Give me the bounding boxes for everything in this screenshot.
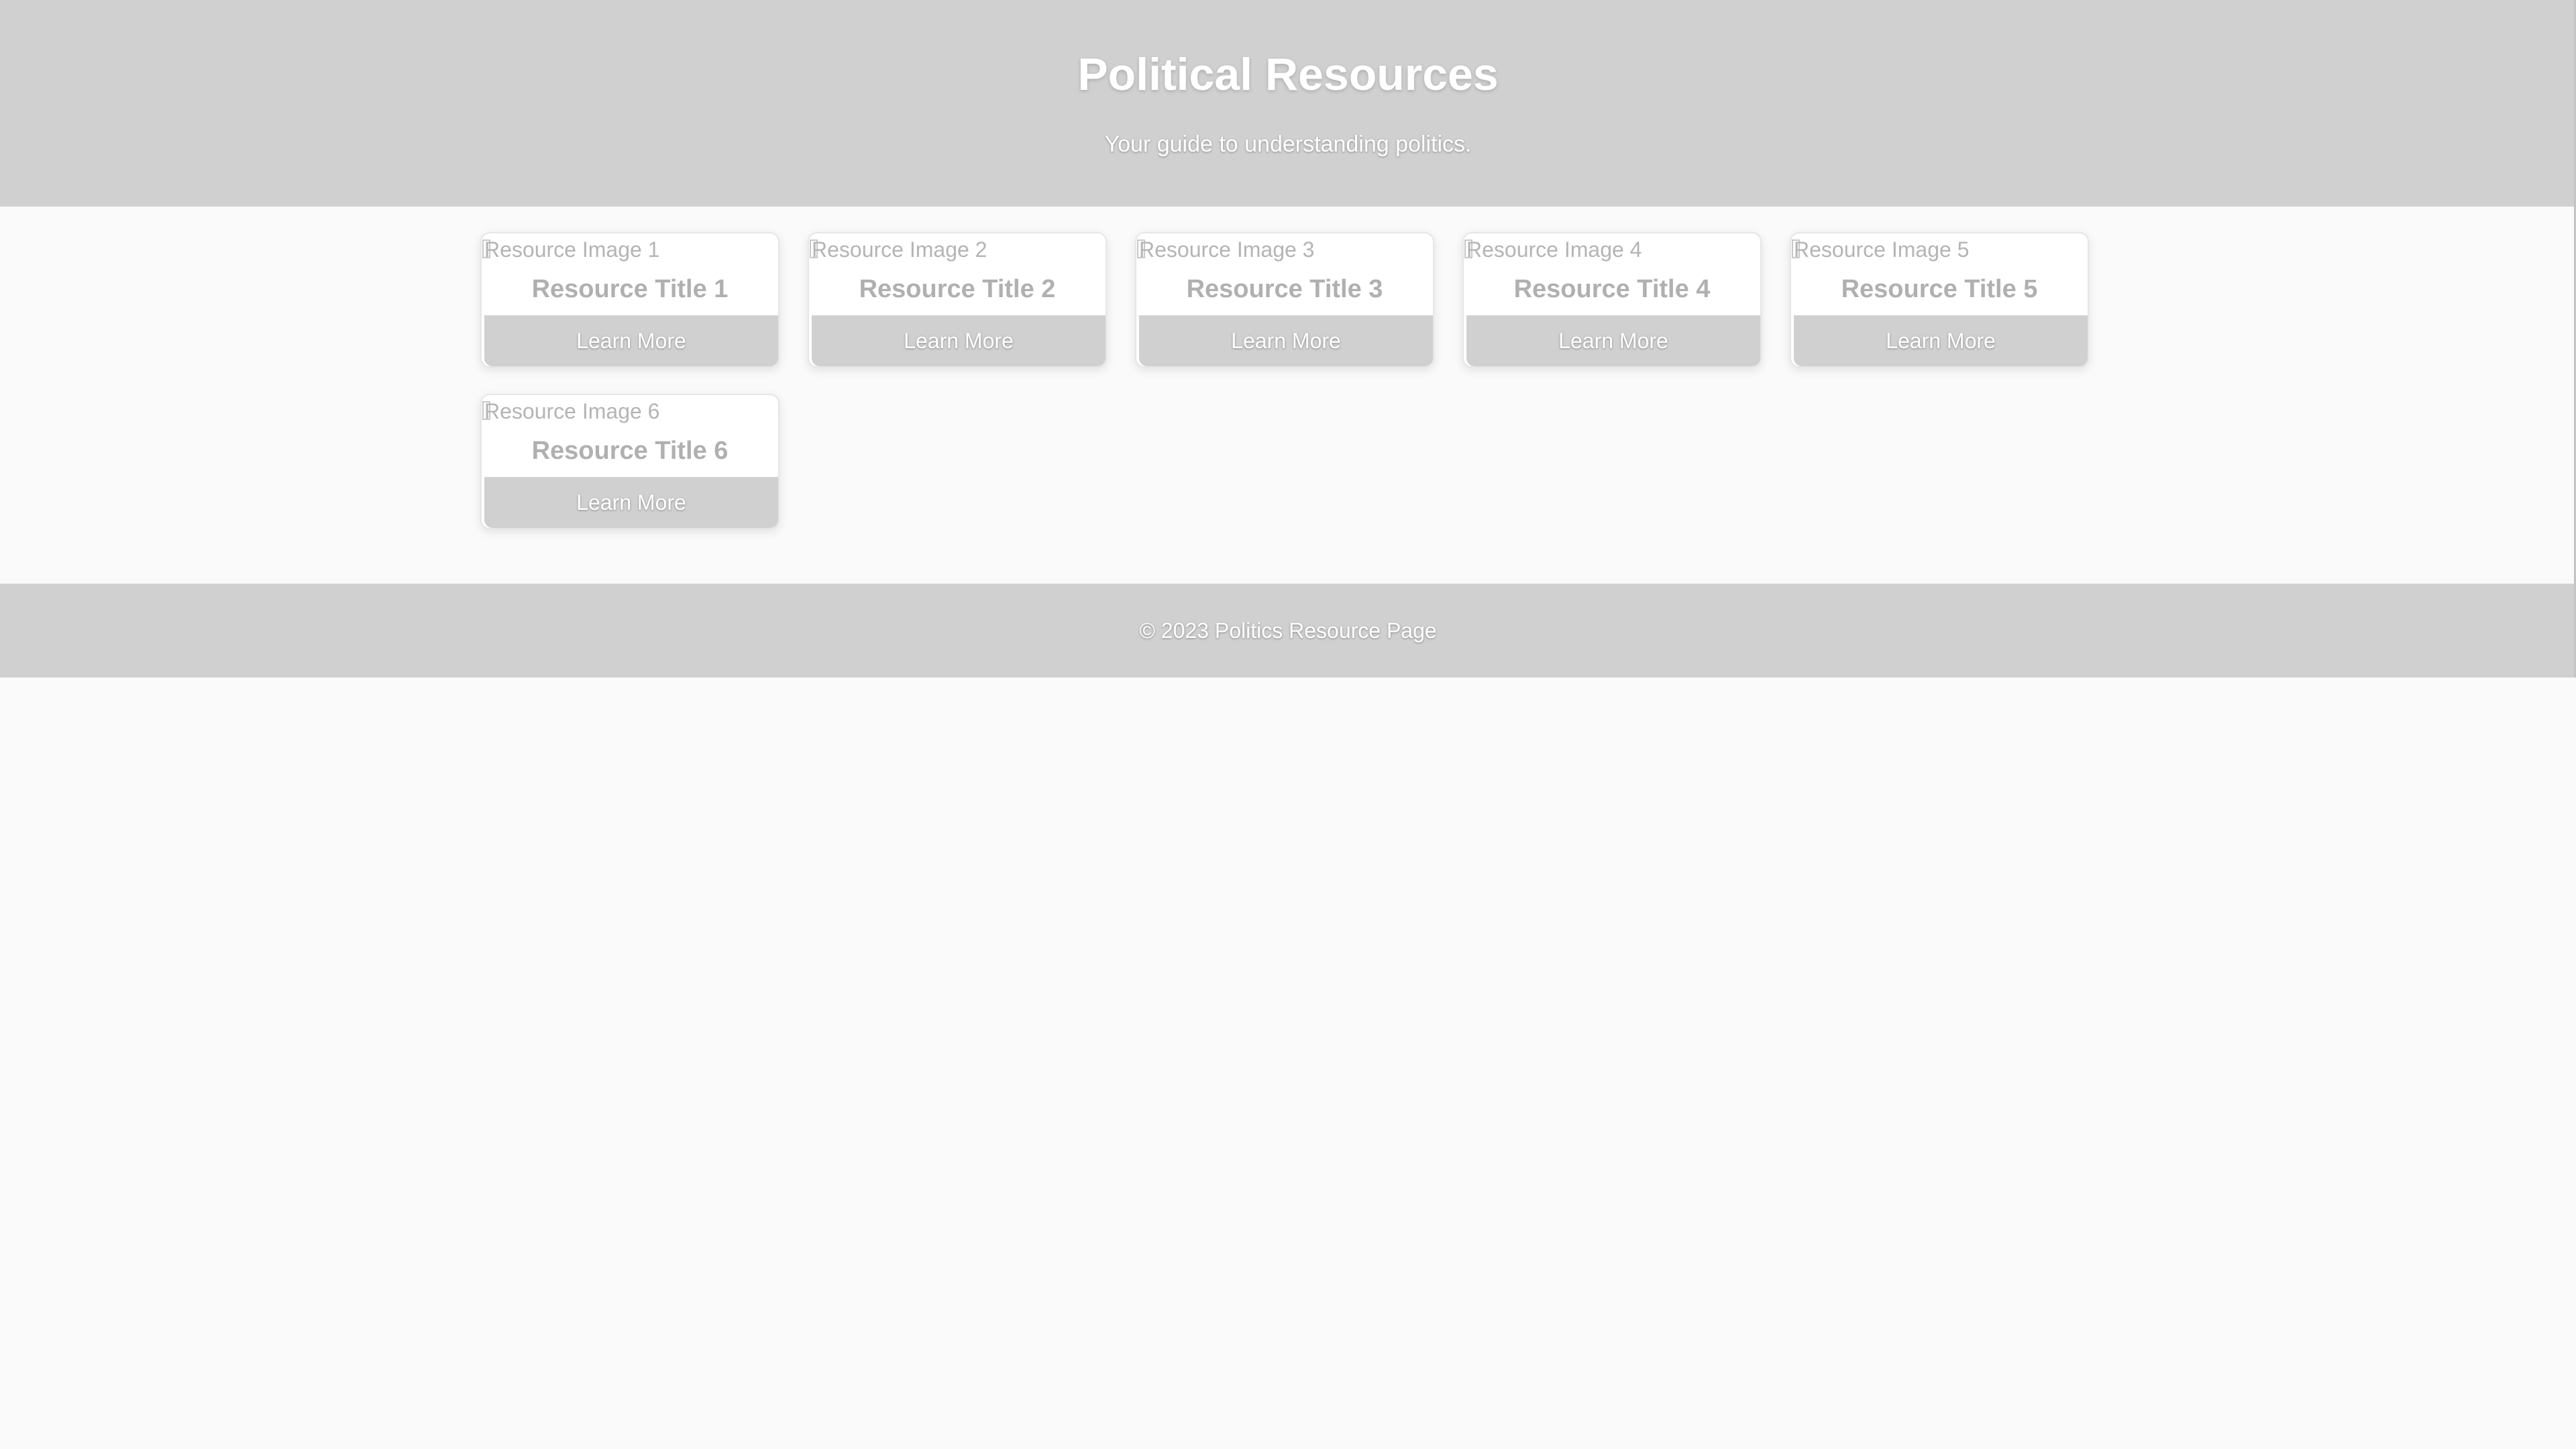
resource-card: Resource Image 5 Resource Title 5 Learn … bbox=[1790, 232, 2089, 368]
resource-image: Resource Image 6 bbox=[484, 399, 660, 423]
resource-image: Resource Image 2 bbox=[812, 237, 987, 262]
resource-image: Resource Image 4 bbox=[1466, 237, 1642, 262]
resource-title: Resource Title 5 bbox=[1841, 275, 2038, 303]
resource-card: Resource Image 4 Resource Title 4 Learn … bbox=[1462, 232, 1762, 368]
resource-grid: Resource Image 1 Resource Title 1 Learn … bbox=[0, 0, 2576, 584]
learn-more-button[interactable]: Learn More bbox=[484, 477, 778, 528]
resource-image: Resource Image 5 bbox=[1794, 237, 1970, 262]
resource-card: Resource Image 2 Resource Title 2 Learn … bbox=[808, 232, 1107, 368]
resource-image: Resource Image 1 bbox=[484, 237, 660, 262]
resource-title: Resource Title 1 bbox=[531, 275, 729, 303]
learn-more-button[interactable]: Learn More bbox=[484, 315, 778, 366]
learn-more-button[interactable]: Learn More bbox=[1794, 315, 2088, 366]
resource-title: Resource Title 6 bbox=[531, 437, 729, 465]
resource-image: Resource Image 3 bbox=[1139, 237, 1315, 262]
resource-card: Resource Image 6 Resource Title 6 Learn … bbox=[480, 394, 780, 529]
resource-card: Resource Image 3 Resource Title 3 Learn … bbox=[1135, 232, 1434, 368]
learn-more-button[interactable]: Learn More bbox=[1466, 315, 1760, 366]
resource-title: Resource Title 2 bbox=[859, 275, 1056, 303]
resource-title: Resource Title 3 bbox=[1186, 275, 1383, 303]
learn-more-button[interactable]: Learn More bbox=[812, 315, 1106, 366]
learn-more-button[interactable]: Learn More bbox=[1139, 315, 1433, 366]
resource-title: Resource Title 4 bbox=[1513, 275, 1711, 303]
resource-card: Resource Image 1 Resource Title 1 Learn … bbox=[480, 232, 780, 368]
copyright-text: © 2023 Politics Resource Page bbox=[1139, 619, 1437, 643]
page-footer: © 2023 Politics Resource Page bbox=[0, 584, 2576, 678]
